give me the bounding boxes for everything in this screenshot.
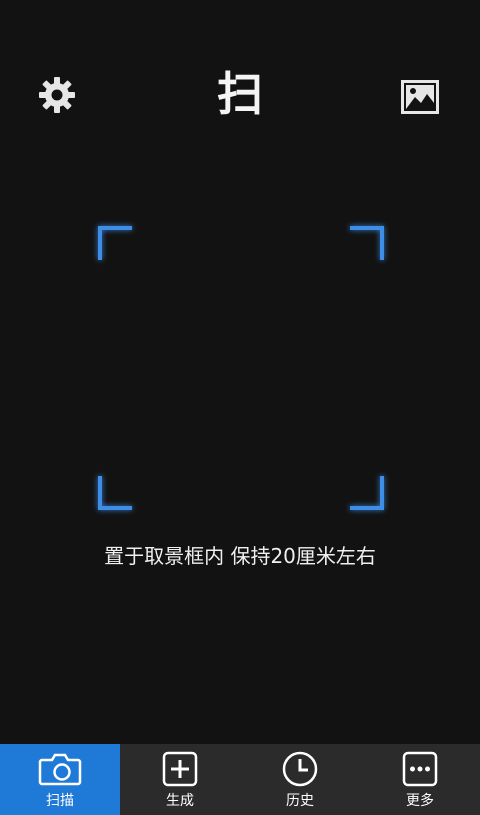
viewfinder-corner-top-right — [350, 226, 384, 260]
bottom-nav: 扫描 生成 历史 更多 — [0, 744, 480, 815]
nav-item-history[interactable]: 历史 — [240, 744, 360, 815]
nav-label-more: 更多 — [406, 793, 434, 809]
page-title: 扫 — [217, 67, 263, 121]
scan-viewfinder — [98, 226, 384, 510]
viewfinder-corner-bottom-right — [350, 476, 384, 510]
nav-label-scan: 扫描 — [46, 793, 74, 809]
settings-button[interactable] — [34, 72, 80, 118]
nav-label-history: 历史 — [286, 793, 314, 809]
nav-item-more[interactable]: 更多 — [360, 744, 480, 815]
camera-icon — [38, 750, 82, 788]
scan-hint: 置于取景框内 保持20厘米左右 — [104, 544, 376, 568]
nav-item-scan[interactable]: 扫描 — [0, 744, 120, 815]
nav-item-generate[interactable]: 生成 — [120, 744, 240, 815]
gallery-button[interactable] — [398, 76, 442, 118]
top-bar: 扫 — [0, 0, 480, 190]
more-dots-icon — [402, 750, 438, 788]
viewfinder-corner-top-left — [98, 226, 132, 260]
viewfinder-corner-bottom-left — [98, 476, 132, 510]
nav-label-generate: 生成 — [166, 793, 194, 809]
clock-icon — [282, 750, 318, 788]
image-icon — [401, 80, 439, 114]
scanner-screen: 扫 置于取景框内 保持20厘米左右 扫描 生成 历史 更多 — [0, 0, 480, 815]
gear-icon — [39, 77, 75, 113]
plus-square-icon — [162, 750, 198, 788]
